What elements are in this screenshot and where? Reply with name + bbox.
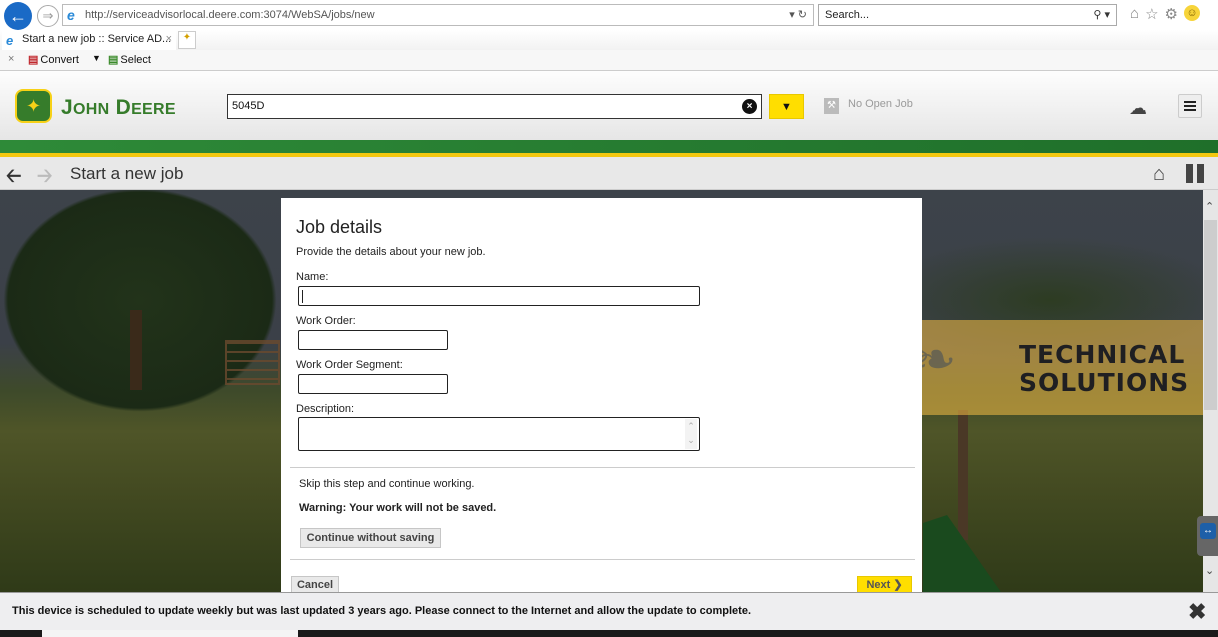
pdf-convert-icon: ▤ bbox=[28, 54, 39, 66]
machine-search-value: 5045D bbox=[232, 100, 265, 112]
john-deere-logo-icon: ✦ bbox=[15, 89, 52, 123]
job-wrench-icon: ⚒ bbox=[824, 98, 839, 114]
cloud-offline-icon[interactable]: ☁ bbox=[1129, 98, 1147, 119]
search-icon[interactable]: ⚲ ▾ bbox=[1093, 5, 1110, 25]
teamviewer-tab[interactable]: ↔ bbox=[1197, 516, 1218, 556]
address-url: http://serviceadvisorlocal.deere.com:307… bbox=[85, 9, 375, 21]
update-notification-bar: This device is scheduled to update weekl… bbox=[0, 592, 1218, 630]
name-input[interactable] bbox=[298, 286, 700, 306]
tree-trunk bbox=[130, 310, 142, 390]
work-order-input[interactable] bbox=[298, 330, 448, 350]
select-button[interactable]: ▤ Select bbox=[108, 53, 151, 66]
machine-search-input[interactable]: 5045D × bbox=[227, 94, 762, 119]
browser-search-input[interactable]: Search... ⚲ ▾ bbox=[818, 4, 1117, 26]
tab-title: Start a new job :: Service AD... bbox=[22, 33, 172, 45]
feedback-smiley-icon[interactable]: ☺ bbox=[1183, 5, 1200, 21]
watermark: ❧ TECHNICAL SOLUTIONS bbox=[891, 320, 1218, 415]
description-textarea[interactable]: ⌃ ⌄ bbox=[298, 417, 700, 451]
divider bbox=[290, 467, 915, 468]
new-tab-button[interactable]: ✦ bbox=[178, 31, 196, 49]
close-notification-icon[interactable]: ✖ bbox=[1188, 599, 1206, 625]
brand-stripe-green bbox=[0, 140, 1218, 153]
job-details-dialog: Job details Provide the details about yo… bbox=[281, 198, 922, 594]
chevron-right-icon: ❯ bbox=[893, 579, 903, 591]
watermark-line1: TECHNICAL bbox=[1019, 340, 1186, 369]
fence-post bbox=[958, 410, 968, 540]
teamviewer-icon: ↔ bbox=[1200, 523, 1216, 539]
windows-taskbar bbox=[0, 630, 1218, 637]
description-label: Description: bbox=[296, 403, 355, 415]
close-toolbar-icon[interactable]: × bbox=[8, 53, 14, 65]
search-dropdown-button[interactable]: ▼ bbox=[769, 94, 804, 119]
fence-gate bbox=[225, 340, 280, 385]
address-bar[interactable]: e http://serviceadvisorlocal.deere.com:3… bbox=[62, 4, 814, 26]
favorites-star-icon[interactable]: ☆ bbox=[1145, 5, 1158, 23]
page-nav-bar: 🡠 🡢 Start a new job ⌂ bbox=[0, 157, 1218, 190]
text-cursor bbox=[302, 290, 303, 303]
convert-label: Convert bbox=[40, 54, 79, 66]
browser-back-button[interactable]: ← bbox=[4, 2, 32, 30]
work-order-label: Work Order: bbox=[296, 315, 356, 327]
scroll-up-icon[interactable]: ⌃ bbox=[1205, 200, 1214, 213]
name-label: Name: bbox=[296, 271, 329, 283]
convert-button[interactable]: ▤ Convert bbox=[28, 53, 79, 66]
ie-logo-icon: e bbox=[67, 7, 75, 23]
close-tab-icon[interactable]: × bbox=[166, 30, 172, 49]
app-header: ✦ JOHN DEERE 5045D × ▼ ⚒ No Open Job ☁ bbox=[0, 70, 1218, 140]
notification-message: This device is scheduled to update weekl… bbox=[12, 605, 752, 617]
dialog-title: Job details bbox=[296, 217, 383, 237]
warning-text: Warning: Your work will not be saved. bbox=[299, 502, 497, 514]
page-title: Start a new job bbox=[70, 164, 184, 183]
pause-icon[interactable] bbox=[1186, 164, 1204, 183]
next-label: Next bbox=[866, 579, 891, 591]
watermark-line2: SOLUTIONS bbox=[1019, 368, 1190, 397]
ie-tab-icon: e bbox=[6, 33, 14, 48]
convert-dropdown-icon[interactable]: ▼ bbox=[92, 53, 101, 63]
work-order-segment-label: Work Order Segment: bbox=[296, 359, 403, 371]
caret-down-icon: ▼ bbox=[781, 100, 792, 113]
continue-without-saving-button[interactable]: Continue without saving bbox=[300, 528, 441, 548]
browser-forward-button[interactable]: ⇒ bbox=[37, 5, 59, 27]
refresh-icon[interactable]: ▾ ↻ bbox=[789, 5, 807, 25]
skip-text: Skip this step and continue working. bbox=[299, 478, 475, 490]
brand-d: D bbox=[115, 96, 132, 119]
work-order-segment-input[interactable] bbox=[298, 374, 448, 394]
select-label: Select bbox=[120, 54, 151, 66]
dialog-subtitle: Provide the details about your new job. bbox=[296, 246, 486, 258]
brand-ohn: OHN bbox=[72, 101, 110, 118]
brand-j: J bbox=[61, 96, 73, 119]
brand-eere: EERE bbox=[131, 101, 176, 118]
browser-toolbar: ← ⇒ e http://serviceadvisorlocal.deere.c… bbox=[0, 0, 1218, 30]
settings-gear-icon[interactable]: ⚙ bbox=[1165, 5, 1178, 23]
home-icon[interactable]: ⌂ bbox=[1130, 5, 1139, 23]
divider bbox=[290, 559, 915, 560]
pdf-select-icon: ▤ bbox=[108, 54, 119, 66]
browser-tab-strip: e Start a new job :: Service AD... × ✦ bbox=[0, 30, 1218, 50]
textarea-scrollbar[interactable]: ⌃ ⌄ bbox=[685, 419, 697, 449]
search-placeholder: Search... bbox=[825, 9, 870, 21]
command-bar: × ▤ Convert ▼ ▤ Select bbox=[0, 50, 1218, 70]
hamburger-menu-button[interactable] bbox=[1178, 94, 1202, 118]
job-status: No Open Job bbox=[848, 98, 913, 110]
browser-tab-active[interactable]: e Start a new job :: Service AD... × bbox=[2, 30, 176, 50]
scroll-down-icon[interactable]: ⌄ bbox=[1205, 564, 1214, 577]
brand-wordmark: JOHN DEERE bbox=[61, 96, 176, 120]
scrollbar-thumb[interactable] bbox=[1204, 220, 1217, 410]
clear-search-icon[interactable]: × bbox=[742, 99, 757, 114]
taskbar-search-box[interactable] bbox=[42, 630, 298, 637]
home-icon[interactable]: ⌂ bbox=[1153, 163, 1165, 186]
